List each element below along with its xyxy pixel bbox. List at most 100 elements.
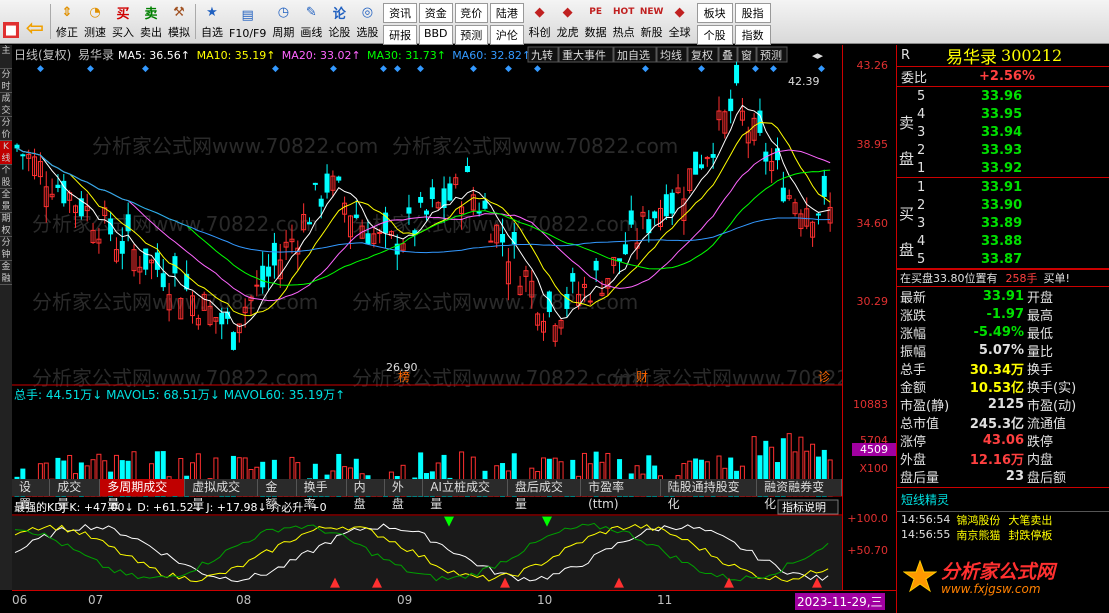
toolbar-grid-item[interactable]: 预测 (454, 25, 489, 45)
toolbar-mini-item[interactable]: 个股 (696, 25, 733, 45)
event-diamond-icon[interactable]: ◆ (330, 64, 337, 74)
chart-button[interactable]: 复权 (691, 48, 713, 62)
event-diamond-icon[interactable]: ◆ (505, 64, 512, 74)
sidebar-tab[interactable]: K线 (0, 141, 12, 165)
event-diamond-icon[interactable]: ◆ (417, 64, 424, 74)
sell-level[interactable]: 3 33.94 (897, 123, 1109, 141)
toolbar-button-2[interactable]: ◔ 测速 (81, 0, 109, 43)
indicator-tab[interactable]: 金额 (258, 479, 297, 511)
event-diamond-icon[interactable]: ◆ (394, 64, 401, 74)
toolbar-button-11[interactable]: ◎ 选股 (353, 0, 381, 43)
sidebar-tab[interactable]: 期权 (0, 213, 12, 237)
toolbar-button-5[interactable]: ⚒ 模拟 (165, 0, 193, 43)
toolbar-right-button-1[interactable]: ◆ 科创 (526, 0, 554, 43)
buy-level[interactable]: 5 33.87 (897, 250, 1109, 268)
chart-button[interactable]: 重大事件 (562, 48, 606, 62)
toolbar-mini-item[interactable]: 指数 (734, 25, 771, 45)
toolbar-right-button-4[interactable]: HOT 热点 (610, 0, 638, 43)
short-item[interactable]: 14:56:55 南京熊猫 封跌停板 (897, 527, 1109, 542)
home-button[interactable]: ■ (0, 0, 22, 43)
sidebar-tab[interactable]: 成交 (0, 93, 12, 117)
toolbar-grid-item[interactable]: 陆港 (490, 3, 524, 23)
event-diamond-icon[interactable]: ◆ (698, 64, 705, 74)
chart-button[interactable]: 九转 (531, 48, 553, 62)
stock-name: 易华录 (946, 48, 998, 68)
toolbar-mini-item[interactable]: 股指 (734, 3, 771, 23)
buy-level[interactable]: 2 33.90 (897, 196, 1109, 214)
sidebar-tab[interactable]: 主 (0, 45, 12, 69)
ma-line (16, 147, 831, 254)
event-diamond-icon[interactable]: ◆ (770, 64, 777, 74)
event-diamond-icon[interactable]: ◆ (37, 64, 44, 74)
sidebar-tab[interactable]: 个股 (0, 165, 12, 189)
event-diamond-icon[interactable]: ◆ (534, 64, 541, 74)
indicator-tab[interactable]: 虚拟成交量 (185, 479, 259, 511)
indicator-tab[interactable]: AI立桩成交量 (423, 479, 508, 511)
expand-icon[interactable]: ◂▸ (812, 49, 824, 62)
event-diamond-icon[interactable]: ◆ (752, 64, 759, 74)
toolbar-right-button-6[interactable]: ◆ 全球 (666, 0, 694, 43)
chart-button[interactable]: 均线 (660, 48, 682, 62)
toolbar-right-button-2[interactable]: ◆ 龙虎 (554, 0, 582, 43)
toolbar-mini-item[interactable]: 板块 (696, 3, 733, 23)
toolbar-grid-item[interactable]: BBD (418, 25, 453, 45)
event-marker[interactable]: 榜 (398, 369, 410, 384)
event-diamond-icon[interactable]: ◆ (380, 64, 387, 74)
indicator-tab[interactable]: 盘后成交量 (507, 479, 582, 511)
toolbar-button-8[interactable]: ◷ 周期 (269, 0, 297, 43)
indicator-tab[interactable]: 换手率 (296, 479, 347, 511)
indicator-tab[interactable]: 陆股通持股变化 (660, 479, 758, 511)
buy-level[interactable]: 4 33.88 (897, 232, 1109, 250)
indicator-tab[interactable]: 内盘 (346, 479, 385, 511)
sidebar-tab[interactable]: 金融 (0, 261, 12, 285)
toolbar-button-9[interactable]: ✎ 画线 (297, 0, 325, 43)
sell-level[interactable]: 2 33.93 (897, 141, 1109, 159)
toolbar-grid-item[interactable]: 研报 (383, 25, 417, 45)
short-item[interactable]: 14:56:54 锦鸿股份 大笔卖出 (897, 512, 1109, 527)
toolbar-button-3[interactable]: 买买入 (109, 0, 137, 43)
sell-level[interactable]: 1 33.92 (897, 159, 1109, 177)
toolbar-grid-item[interactable]: 资讯 (383, 3, 417, 23)
toolbar-grid-item[interactable]: 竞价 (454, 3, 489, 23)
toolbar-grid-item[interactable]: 资金 (418, 3, 453, 23)
indicator-tab[interactable]: 多周期成交量 (100, 479, 186, 511)
indicator-tab[interactable]: 市盈率(ttm) (581, 479, 661, 511)
sidebar-tab[interactable]: 全景 (0, 189, 12, 213)
event-marker[interactable]: 诊 (818, 370, 830, 384)
chart-button[interactable]: 加自选 (617, 49, 650, 62)
sidebar-tab[interactable]: 分时 (0, 69, 12, 93)
chart-button[interactable]: 窗 (741, 48, 752, 62)
toolbar-button-7[interactable]: ▤ F10/F9 (226, 0, 269, 43)
indicator-tab[interactable]: 设置 (12, 479, 51, 511)
event-diamond-icon[interactable]: ◆ (87, 64, 94, 74)
indicator-tab[interactable]: 外盘 (384, 479, 424, 511)
toolbar-button-6[interactable]: ★ 自选 (198, 0, 226, 43)
toolbar-right-button-3[interactable]: PE 数据 (582, 0, 610, 43)
indicator-tab[interactable]: 融资融券变化 (757, 479, 842, 511)
event-diamond-icon[interactable]: ◆ (818, 64, 825, 74)
ma-legend: MA10: 35.19↑ (197, 49, 276, 62)
buy-level[interactable]: 1 33.91 (897, 178, 1109, 196)
event-diamond-icon[interactable]: ◆ (272, 64, 279, 74)
indicator-help-label[interactable]: 指标说明 (782, 500, 826, 514)
chart-button[interactable]: 预测 (760, 49, 782, 62)
event-marker[interactable]: 财 (636, 370, 648, 384)
toolbar-button-4[interactable]: 卖卖出 (137, 0, 165, 43)
event-diamond-icon[interactable]: ◆ (142, 64, 149, 74)
buy-level[interactable]: 3 33.89 (897, 214, 1109, 232)
event-diamond-icon[interactable]: ◆ (470, 64, 477, 74)
back-button[interactable]: ⇦ (22, 0, 48, 43)
toolbar-right-button-5[interactable]: NEW 新股 (638, 0, 666, 43)
toolbar-button-10[interactable]: 论论股 (325, 0, 353, 43)
event-diamond-icon[interactable]: ◆ (642, 64, 649, 74)
sell-level[interactable]: 5 33.96 (897, 87, 1109, 105)
chart-canvas[interactable]: 分析家公式网www.70822.com 分析家公式网www.70822.com 分析… (12, 45, 898, 590)
sidebar-tab[interactable]: 分钟 (0, 237, 12, 261)
toolbar-button-1[interactable]: ⇕ 修正 (53, 0, 81, 43)
sell-level[interactable]: 4 33.95 (897, 105, 1109, 123)
kline-chart[interactable]: 分析家公式网www.70822.com 分析家公式网www.70822.com 分析… (12, 45, 898, 590)
sidebar-tab[interactable]: 分价 (0, 117, 12, 141)
toolbar-grid-item[interactable]: 沪伦 (490, 25, 524, 45)
indicator-tab[interactable]: 成交量 (50, 479, 101, 511)
chart-button[interactable]: 叠 (722, 49, 733, 62)
